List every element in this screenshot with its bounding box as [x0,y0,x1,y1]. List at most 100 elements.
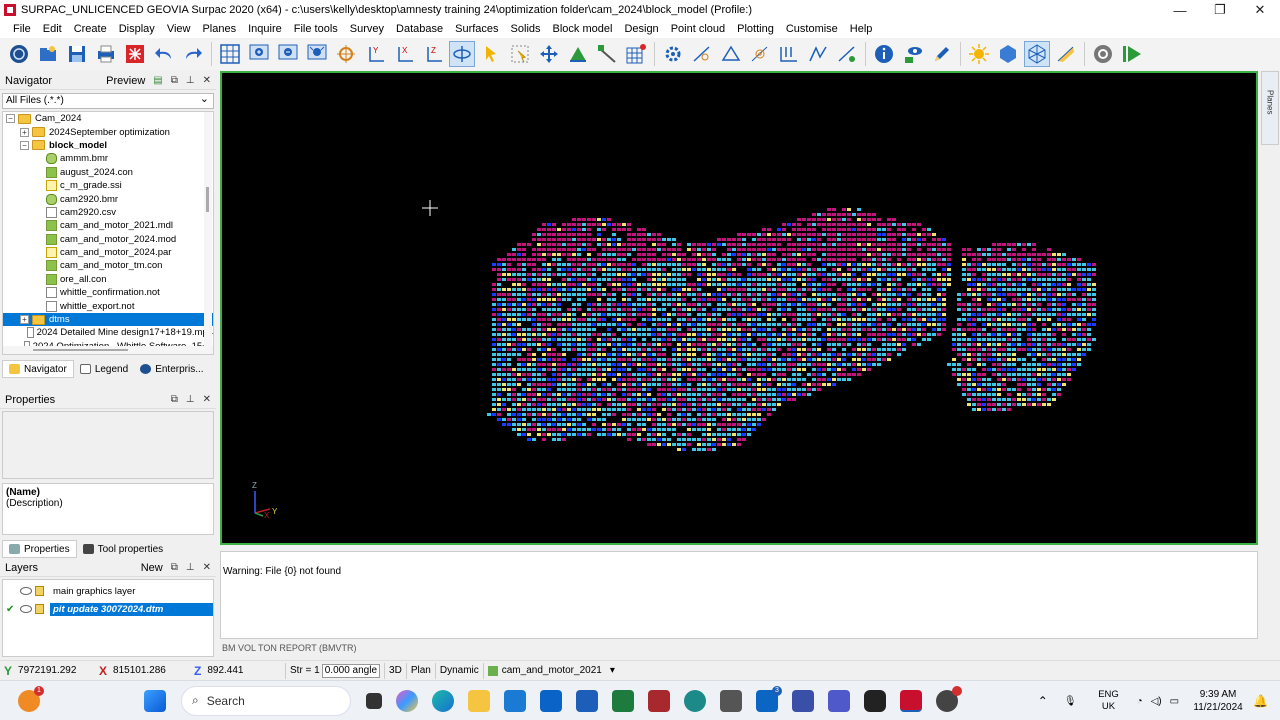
collapse-icon[interactable]: − [6,114,15,124]
game-icon[interactable] [864,689,886,712]
pin-icon[interactable]: ⊥ [186,394,195,405]
zoom-all-icon[interactable] [304,41,330,67]
menu-help[interactable]: Help [844,23,879,35]
tree-item[interactable]: cam2920.csv [3,206,213,219]
visibility-icon[interactable] [900,41,926,67]
menu-view[interactable]: View [161,23,197,35]
solid-icon[interactable] [995,41,1021,67]
pin-icon[interactable]: ⊥ [186,562,195,573]
tool-app-icon[interactable] [720,689,742,712]
planes-side-tab[interactable]: Planes [1261,71,1279,145]
open-file-icon[interactable] [35,41,61,67]
zoom-in-icon[interactable] [246,41,272,67]
tree-item[interactable]: − Cam_2024 [3,112,213,125]
save-icon[interactable] [64,41,90,67]
outlook-icon[interactable] [540,689,562,712]
tree-item[interactable]: 2024 Detailed Mine design17+18+19.mp4 [3,326,213,339]
pencil-icon[interactable] [929,41,955,67]
menu-customise[interactable]: Customise [780,23,844,35]
shading-icon[interactable] [1053,41,1079,67]
view-x-axis-icon[interactable]: X [391,41,417,67]
pin-icon[interactable]: ⊥ [186,75,195,86]
record-icon[interactable] [1090,41,1116,67]
menu-block-model[interactable]: Block model [547,23,619,35]
tab-tool-properties[interactable]: Tool properties [77,540,170,558]
layer-checkbox[interactable] [6,586,17,597]
menu-plotting[interactable]: Plotting [731,23,780,35]
lighting-sun-icon[interactable] [966,41,992,67]
access-icon[interactable] [648,689,670,712]
menu-display[interactable]: Display [113,23,161,35]
menu-surfaces[interactable]: Surfaces [449,23,504,35]
graphics-viewport[interactable]: Z X Y [220,71,1258,545]
taskbar-search[interactable]: ⌕ Search [181,685,351,716]
collapse-icon[interactable]: − [20,140,29,150]
tree-item[interactable]: august_2024.con [3,166,213,179]
eye-icon[interactable] [20,587,32,595]
preview-button[interactable]: Preview [106,75,145,87]
menu-file[interactable]: File [7,23,37,35]
section-icon[interactable] [776,41,802,67]
preview-toggle-icon[interactable]: ▤ [153,75,162,86]
close-panel-icon[interactable]: ✕ [203,562,211,573]
digitise-icon[interactable] [594,41,620,67]
notification-app-icon[interactable]: 1 [18,685,44,712]
float-panel-icon[interactable]: ⧉ [171,394,178,405]
grid-icon[interactable] [217,41,243,67]
menu-database[interactable]: Database [390,23,449,35]
move-icon[interactable] [536,41,562,67]
tree-item[interactable]: − block_model [3,139,213,152]
select-box-icon[interactable] [507,41,533,67]
volume-icon[interactable]: ◁) [1151,696,1162,707]
line-tool-icon[interactable] [689,41,715,67]
reset-graphics-icon[interactable] [122,41,148,67]
plane-icon[interactable] [565,41,591,67]
tree-horizontal-scrollbar[interactable] [3,346,213,354]
edge-browser-icon[interactable] [432,689,454,712]
app-icon[interactable] [792,689,814,712]
run-macro-icon[interactable] [1119,41,1145,67]
new-layer-button[interactable]: New [141,562,163,574]
tree-item[interactable]: +2024September optimization [3,125,213,138]
wifi-icon[interactable]: ◔ [1137,696,1143,707]
info-icon[interactable] [871,41,897,67]
view-y-axis-icon[interactable]: Y [362,41,388,67]
block-grid-icon[interactable] [623,41,649,67]
notification-bell-icon[interactable]: 🔔 [1253,694,1268,708]
triangle-tool-icon[interactable] [718,41,744,67]
menu-survey[interactable]: Survey [344,23,390,35]
lock-icon[interactable] [35,586,44,596]
file-explorer-icon[interactable] [468,689,490,712]
menu-create[interactable]: Create [68,23,113,35]
globe-icon[interactable] [6,41,32,67]
zoom-out-icon[interactable] [275,41,301,67]
tab-navigator[interactable]: Navigator [2,360,74,378]
close-panel-icon[interactable]: ✕ [203,75,211,86]
tree-item[interactable]: ammm.bmr [3,152,213,165]
tree-item[interactable]: + dtms [3,312,213,327]
task-view-icon[interactable] [366,692,382,709]
menu-file-tools[interactable]: File tools [288,23,344,35]
add-point-icon[interactable] [747,41,773,67]
mode-3d-button[interactable]: 3D [384,662,406,679]
dynamic-button[interactable]: Dynamic [434,662,483,679]
layer-checkbox[interactable]: ✔ [6,604,17,615]
start-windows-icon[interactable] [144,689,166,712]
microphone-icon[interactable]: 🎙 [1064,696,1077,707]
select-pointer-icon[interactable] [478,41,504,67]
tree-item[interactable]: cam_and_motor_2024.par [3,246,213,259]
copilot-icon[interactable] [396,689,418,712]
battery-icon[interactable]: ▭ [1170,696,1179,707]
menu-edit[interactable]: Edit [37,23,68,35]
rotate-icon[interactable] [449,41,475,67]
tree-item[interactable]: whittle_confirmation.not [3,286,213,299]
clock[interactable]: 9:39 AM 11/21/2024 [1183,688,1253,714]
tree-item[interactable]: cam_and_motor_2021.mdl [3,219,213,232]
tree-item[interactable]: cam_and_motor_2024.mod [3,233,213,246]
excel-icon[interactable] [612,689,634,712]
file-filter-select[interactable]: All Files (.*.*) [2,92,214,109]
teams-icon[interactable] [828,689,850,712]
tab-enterprise[interactable]: Enterpris... [134,360,209,378]
undo-icon[interactable] [151,41,177,67]
layer-row[interactable]: ✔ pit update 30072024.dtm [3,600,213,618]
